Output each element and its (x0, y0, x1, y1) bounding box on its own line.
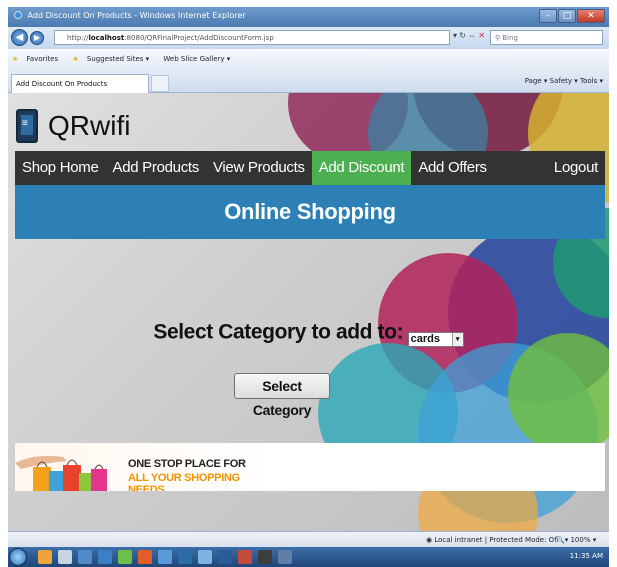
favorites-button[interactable]: ★ Favorites (12, 55, 64, 63)
search-placeholder: Bing (502, 34, 519, 42)
search-input[interactable]: ⚲ Bing (490, 30, 603, 45)
shopping-bags-icon (15, 455, 107, 491)
windows-taskbar: 11:35 AM (8, 547, 609, 567)
suggested-sites-link[interactable]: ★ Suggested Sites ▾ (72, 55, 155, 63)
nav-shop-home[interactable]: Shop Home (15, 151, 106, 185)
taskbar-app-icon[interactable] (158, 550, 172, 564)
category-label: Select Category to add to: (153, 320, 404, 344)
nav-add-offers[interactable]: Add Offers (411, 151, 493, 185)
select-category-button[interactable]: Select Category (234, 373, 330, 418)
forward-button[interactable]: ▶ (30, 31, 44, 45)
system-clock: 11:35 AM (569, 552, 603, 560)
status-bar: ◉ Local intranet | Protected Mode: Off 🔍… (8, 531, 609, 547)
window-controls: – □ ✕ (539, 9, 605, 23)
category-select[interactable]: cards ▾ (407, 332, 464, 347)
nav-view-products[interactable]: View Products (206, 151, 312, 185)
taskbar-app-icon[interactable] (98, 550, 112, 564)
add-favorite-icon: ★ (72, 55, 79, 63)
site-logo[interactable]: QRwifi (16, 106, 130, 146)
taskbar-app-icon[interactable] (58, 550, 72, 564)
page-banner: Online Shopping (15, 185, 605, 239)
url-path: :8080/QRFinalProject/AddDiscountForm.jsp (124, 34, 274, 42)
refresh-stop-icons[interactable]: ▾ ↻ ⇔ ✕ (453, 31, 485, 40)
web-slice-gallery-link[interactable]: Web Slice Gallery ▾ (163, 55, 236, 63)
nav-add-discount[interactable]: Add Discount (311, 151, 412, 185)
footer-banner: ONE STOP PLACE FOR ALL YOUR SHOPPING NEE… (15, 443, 605, 491)
nav-logout[interactable]: Logout (547, 151, 605, 185)
zoom-level[interactable]: 🔍▾ 100% ▾ (556, 536, 596, 544)
globe-icon: ◉ (426, 536, 433, 544)
logo-text: QRwifi (48, 110, 131, 141)
window-title: Add Discount On Products - Windows Inter… (27, 11, 246, 20)
nav-spacer (494, 151, 547, 185)
star-icon: ★ (12, 55, 19, 63)
taskbar-app-icon[interactable] (218, 550, 232, 564)
address-row: ◀ ▶ http://localhost:8080/QRFinalProject… (8, 27, 609, 49)
shopping-promo-image: ONE STOP PLACE FOR ALL YOUR SHOPPING NEE… (15, 443, 277, 491)
security-zone[interactable]: ◉ Local intranet | Protected Mode: Off (426, 536, 559, 544)
window-titlebar: Add Discount On Products - Windows Inter… (8, 7, 609, 27)
taskbar-app-icon[interactable] (198, 550, 212, 564)
taskbar-app-icon[interactable] (238, 550, 252, 564)
close-button[interactable]: ✕ (577, 9, 605, 23)
promo-line-2: ALL YOUR SHOPPING NEEDS (128, 472, 240, 491)
minimize-button[interactable]: – (539, 9, 557, 23)
taskbar-app-icon[interactable] (258, 550, 272, 564)
maximize-button[interactable]: □ (558, 9, 576, 23)
dropdown-arrow-icon: ▾ (451, 333, 463, 346)
taskbar-app-icon[interactable] (178, 550, 192, 564)
ie-logo-icon (14, 11, 22, 19)
url-host: localhost (88, 34, 125, 42)
taskbar-app-icon[interactable] (118, 550, 132, 564)
command-bar[interactable]: Page ▾ Safety ▾ Tools ▾ (525, 77, 603, 85)
taskbar-app-icon[interactable] (138, 550, 152, 564)
taskbar-app-icon[interactable] (38, 550, 52, 564)
nav-add-products[interactable]: Add Products (106, 151, 206, 185)
taskbar-app-icon[interactable] (278, 550, 292, 564)
favorites-bar: ★ Favorites ★ Suggested Sites ▾ Web Slic… (8, 49, 609, 71)
tab-active[interactable]: Add Discount On Products (11, 74, 149, 93)
tab-row: Add Discount On Products Page ▾ Safety ▾… (8, 71, 609, 93)
category-form: Select Category to add to: cards ▾ (8, 318, 609, 347)
category-selected-value: cards (410, 333, 440, 345)
promo-line-1: ONE STOP PLACE FOR (128, 458, 246, 470)
address-input[interactable]: http://localhost:8080/QRFinalProject/Add… (54, 30, 450, 45)
back-button[interactable]: ◀ (11, 29, 28, 46)
url-prefix: http:// (67, 34, 89, 42)
qr-phone-icon (16, 109, 38, 143)
new-tab-button[interactable] (151, 75, 169, 92)
taskbar-app-icon[interactable] (78, 550, 92, 564)
start-button[interactable] (9, 548, 27, 566)
page-content: QRwifi Shop Home Add Products View Produ… (8, 93, 609, 531)
main-navbar: Shop Home Add Products View Products Add… (15, 151, 605, 185)
tab-title: Add Discount On Products (16, 80, 108, 88)
search-icon: ⚲ (495, 34, 501, 42)
